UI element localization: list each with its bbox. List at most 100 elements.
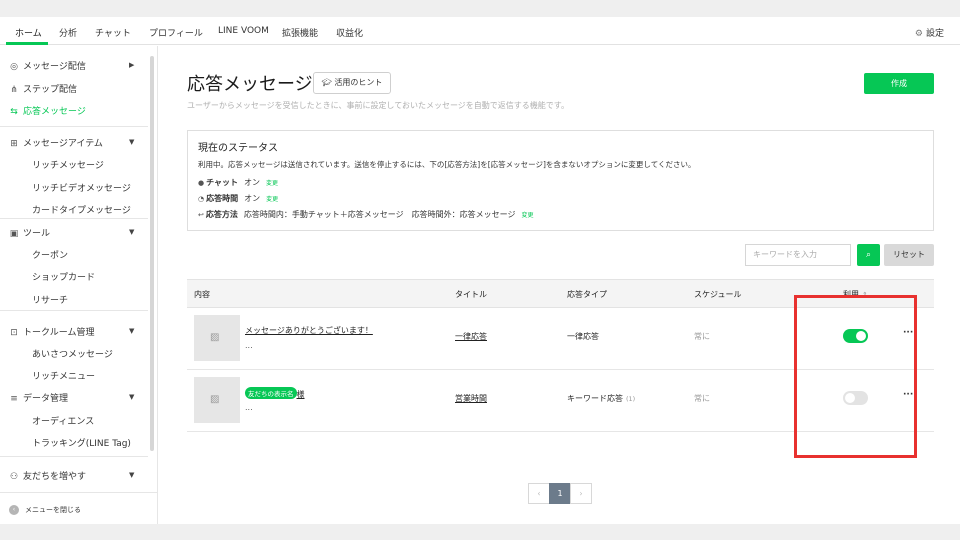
settings-label: 設定 [925,29,944,39]
sidebar-item-data[interactable]: ≡ データ管理 [8,391,68,404]
create-button[interactable]: 作成 [864,73,934,94]
reply-icon: ⇆ [10,107,18,117]
database-icon: ≡ [10,394,18,404]
sidebar-subitem-tracking[interactable]: トラッキング(LINE Tag) [32,436,131,449]
chevron-right-icon[interactable]: ▶ [129,61,134,69]
sidebar-divider [0,218,148,219]
broadcast-icon: ◎ [10,62,18,72]
clock-icon: ◔ [198,195,205,203]
page-title: 応答メッセージ [187,74,313,95]
message-content-link[interactable]: メッセージありがとうございます！ [245,325,373,336]
sidebar-subitem-rich-menu[interactable]: リッチメニュー [32,369,95,382]
friend-name-tag: 友だちの表示名 [245,387,297,399]
chevron-down-icon[interactable]: ▼ [129,228,134,236]
status-row-value: オン [244,178,261,187]
page-description: ユーザーからメッセージを受信したときに、事前に設定しておいたメッセージを自動で返… [187,101,569,110]
status-row-value: オン [244,194,261,203]
search-icon: ⌕ [865,250,872,260]
hint-button-label: 活用のヒント [334,78,383,87]
sidebar-footer: ‹ メニューを閉じる [0,492,157,524]
tab-extensions[interactable]: 拡張機能 [282,26,318,39]
search-button[interactable]: ⌕ [857,244,880,266]
sidebar-item-label: ツール [23,229,51,239]
hint-button[interactable]: 🎓︎ 活用のヒント [313,72,391,94]
status-row-value: 応答時間内：手動チャット＋応答メッセージ 応答時間外：応答メッセージ [243,210,516,219]
chevron-down-icon[interactable]: ▼ [129,393,134,401]
top-nav: ホーム 分析 チャット プロフィール LINE VOOM 拡張機能 収益化 ⚙ 設… [0,17,960,45]
sidebar-subitem-coupon[interactable]: クーポン [32,248,68,261]
keyword-count: (1) [626,395,636,403]
change-link[interactable]: 変更 [266,196,278,203]
tool-icon: ▣ [9,229,19,239]
status-row-response-method: ↩ 応答方法 応答時間内：手動チャット＋応答メッセージ 応答時間外：応答メッセージ変… [198,209,534,220]
tab-monetize[interactable]: 収益化 [336,26,363,39]
settings-link[interactable]: ⚙ 設定 [915,26,944,39]
status-text: 利用中。応答メッセージは送信されています。送信を停止するには、下の[応答方法]を… [198,160,696,169]
keyword-input[interactable]: キーワードを入力 [745,244,851,266]
sidebar-item-label: 友だちを増やす [23,472,87,482]
sidebar-item-chatroom[interactable]: ⊡ トークルーム管理 [8,325,94,338]
image-placeholder-icon: ▨ [210,332,220,343]
message-thumbnail: ▨ [194,315,240,361]
schedule-value: 常に [694,332,710,341]
sidebar: ◎ メッセージ配信 ▶ ⋔ ステップ配信 ⇆ 応答メッセージ ⊞ メッセージアイテム ▼… [0,46,158,524]
sidebar-subitem-shop-card[interactable]: ショップカード [32,270,95,283]
image-placeholder-icon: ▨ [210,394,220,405]
message-content-more: ... [245,341,253,350]
sidebar-divider [0,310,148,311]
message-content-more: ... [245,403,253,412]
sidebar-subitem-greeting[interactable]: あいさつメッセージ [32,347,113,360]
tab-analytics[interactable]: 分析 [59,26,77,39]
tab-profile[interactable]: プロフィール [149,26,203,39]
tab-home[interactable]: ホーム [15,26,42,39]
message-item-icon: ⊞ [10,139,18,149]
message-title-link[interactable]: 営業時間 [455,393,487,404]
step-icon: ⋔ [10,85,18,95]
sidebar-item-auto-reply[interactable]: ⇆ 応答メッセージ [8,104,86,117]
close-menu-button[interactable]: メニューを閉じる [25,505,81,515]
status-row-response-time: ◔ 応答時間 オン 変更 [198,193,278,204]
status-heading: 現在のステータス [198,143,278,154]
sidebar-scrollbar[interactable] [150,56,154,451]
message-thumbnail: ▨ [194,377,240,423]
schedule-value: 常に [694,394,710,403]
sidebar-subitem-rich-message[interactable]: リッチメッセージ [32,158,104,171]
graduation-cap-icon: 🎓︎ [321,78,335,87]
prev-page-button[interactable]: ‹ [528,483,550,504]
page-number-button[interactable]: 1 [549,483,571,504]
chevron-down-icon[interactable]: ▼ [129,327,134,335]
chevron-left-icon[interactable]: ‹ [9,505,19,515]
reset-button[interactable]: リセット [884,244,934,266]
sidebar-subitem-rich-video[interactable]: リッチビデオメッセージ [32,181,131,194]
reply-arrow-icon: ↩ [198,211,204,219]
sidebar-subitem-research[interactable]: リサーチ [32,293,68,306]
active-tab-indicator [6,42,48,45]
message-title-link[interactable]: 一律応答 [455,331,487,342]
sidebar-subitem-audience[interactable]: オーディエンス [32,414,94,427]
change-link[interactable]: 変更 [521,212,533,219]
sidebar-item-message-items[interactable]: ⊞ メッセージアイテム [8,136,103,149]
status-row-label: チャット [206,178,239,187]
column-header-type: 応答タイプ [567,290,607,299]
message-content-link[interactable]: 友だちの表示名様 [245,387,305,400]
tab-chat[interactable]: チャット [95,26,131,39]
response-type: 一律応答 [567,331,599,342]
sidebar-item-tools[interactable]: ▣ ツール [8,226,50,239]
next-page-button[interactable]: › [570,483,592,504]
sidebar-item-messaging[interactable]: ◎ メッセージ配信 [8,59,86,72]
change-link[interactable]: 変更 [266,180,278,187]
sidebar-item-step[interactable]: ⋔ ステップ配信 [8,82,77,95]
gear-icon: ⚙ [914,29,923,39]
sidebar-subitem-card-message[interactable]: カードタイプメッセージ [32,203,131,216]
sidebar-divider [0,456,148,457]
chatroom-icon: ⊡ [10,328,18,338]
sidebar-item-add-friends[interactable]: ⚇ 友だちを増やす [8,469,86,482]
column-header-schedule: スケジュール [694,290,742,299]
add-friend-icon: ⚇ [9,472,19,482]
status-row-label: 応答方法 [205,210,238,219]
chevron-down-icon[interactable]: ▼ [129,138,134,146]
sidebar-item-label: ステップ配信 [23,85,78,95]
chevron-down-icon[interactable]: ▼ [129,471,134,479]
sidebar-divider [0,126,148,127]
tab-line-voom[interactable]: LINE VOOM [218,26,269,36]
